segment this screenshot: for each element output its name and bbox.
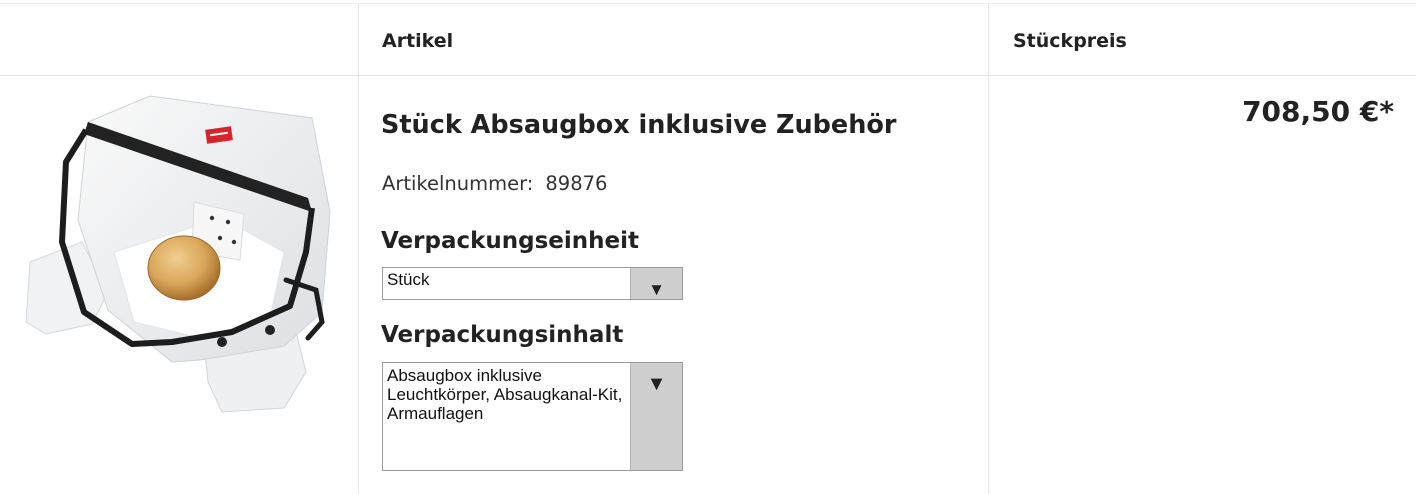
table-header-divider	[0, 75, 1416, 76]
article-number: Artikelnummer: 89876	[382, 172, 607, 195]
column-header-artikel: Artikel	[382, 30, 454, 52]
cart-table: Artikel Stückpreis Stück Absaugbox inklu…	[0, 0, 1416, 494]
verpackungsinhalt-label: Verpackungsinhalt	[381, 322, 624, 348]
article-number-value: 89876	[545, 172, 608, 195]
verpackungseinheit-dropdown-button[interactable]: ▼	[630, 268, 682, 299]
verpackungseinheit-select[interactable]: Stück ▼	[382, 267, 683, 300]
article-number-label: Artikelnummer:	[382, 172, 534, 195]
verpackungseinheit-selected-value: Stück	[387, 270, 430, 289]
column-header-stueckpreis: Stückpreis	[1013, 30, 1127, 52]
column-divider-image-artikel	[358, 3, 359, 494]
verpackungseinheit-label: Verpackungseinheit	[381, 228, 640, 254]
unit-price: 708,50 €*	[1242, 95, 1394, 128]
verpackungsinhalt-select[interactable]: Absaugbox inklusive Leuchtkörper, Absaug…	[382, 362, 683, 471]
verpackungsinhalt-dropdown-button[interactable]: ▼	[630, 363, 682, 470]
product-title[interactable]: Stück Absaugbox inklusive Zubehör	[381, 110, 896, 140]
column-divider-artikel-preis	[988, 3, 989, 494]
verpackungsinhalt-selected-value: Absaugbox inklusive Leuchtkörper, Absaug…	[387, 366, 623, 423]
dropdown-arrow-icon: ▼	[648, 280, 665, 299]
product-image[interactable]	[22, 92, 340, 414]
table-top-border	[0, 3, 1416, 4]
dropdown-arrow-icon: ▼	[646, 373, 667, 395]
